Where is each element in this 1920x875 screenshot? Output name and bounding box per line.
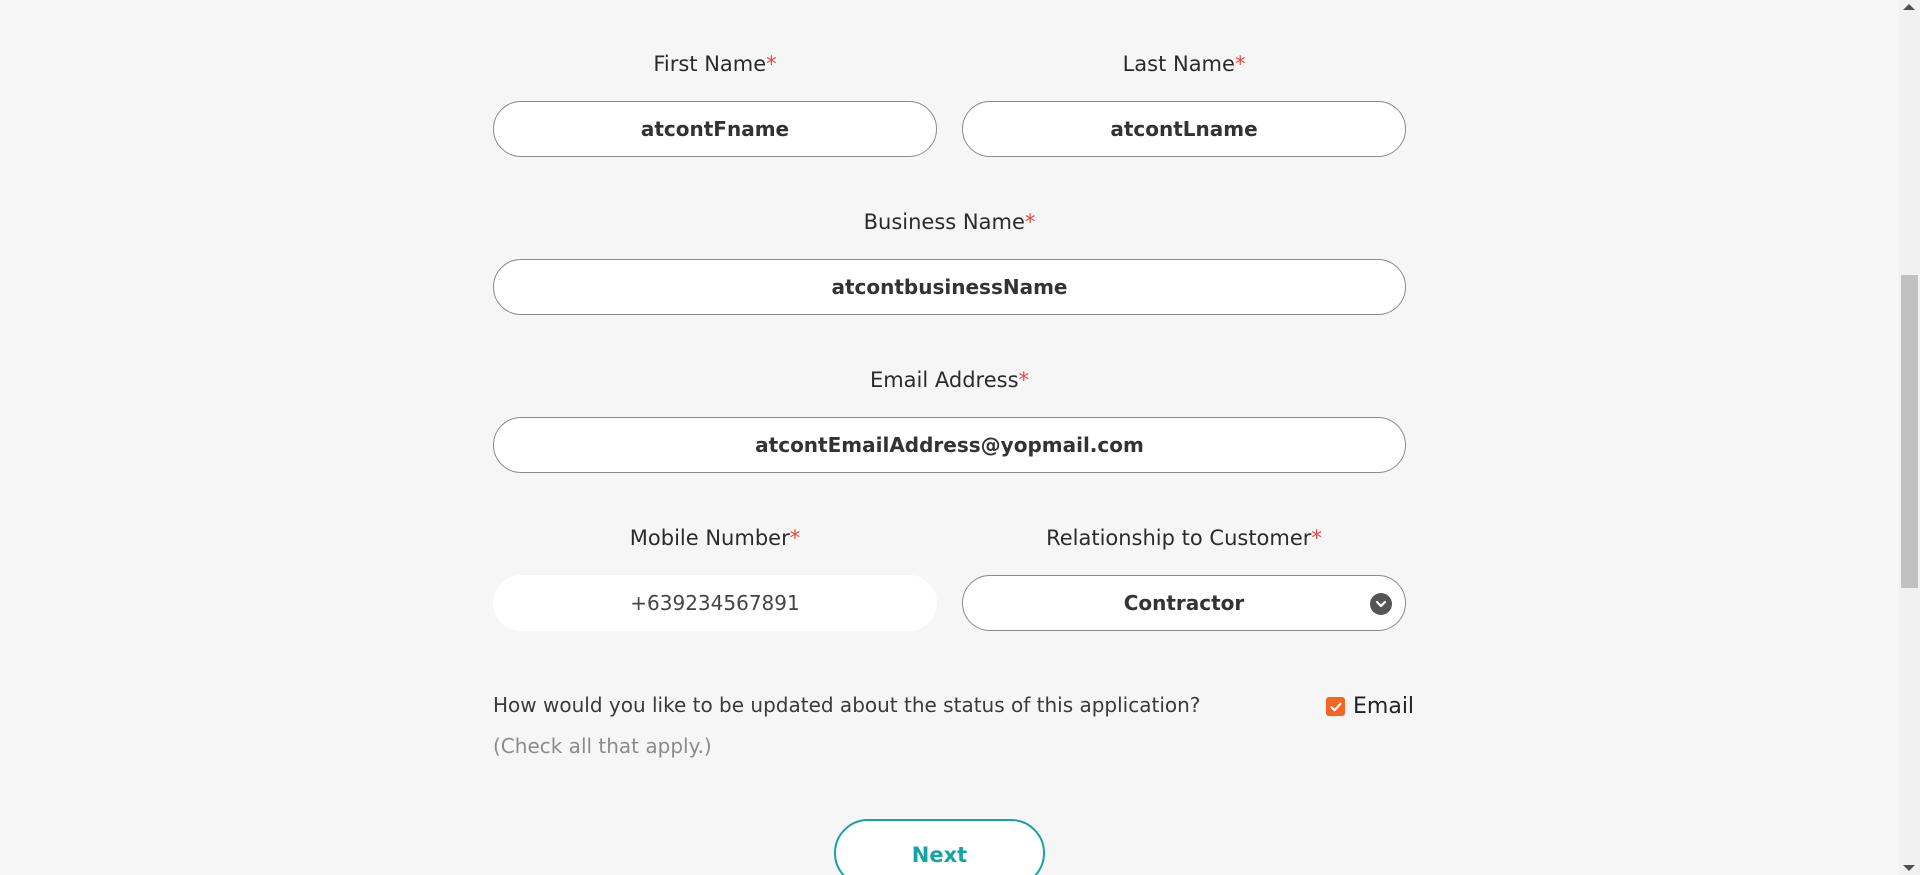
required-asterisk: * [1234,52,1246,76]
email-update-label: Email [1353,694,1415,719]
mobile-number-input[interactable]: +639234567891 [493,575,937,631]
mobile-number-value: +639234567891 [630,591,800,615]
scroll-up-icon[interactable] [1903,4,1915,10]
required-asterisk: * [789,526,801,550]
first-name-input[interactable]: atcontFname [493,101,937,157]
last-name-label: Last Name* [1122,52,1246,76]
last-name-input[interactable]: atcontLname [962,101,1406,157]
required-asterisk: * [766,52,777,76]
email-address-label: Email Address* [869,368,1030,392]
mobile-number-label: Mobile Number* [629,526,801,550]
scrollbar-thumb[interactable] [1901,275,1918,588]
checkmark-icon [1329,702,1342,711]
next-button[interactable]: Next [834,819,1045,875]
first-name-value: atcontFname [640,117,790,141]
relationship-selected-value: Contractor [1123,591,1245,615]
email-address-value: atcontEmailAddress@yopmail.com [755,433,1144,457]
last-name-value: atcontLname [1110,117,1258,141]
update-preference-question: How would you like to be updated about t… [493,693,1201,717]
chevron-down-icon[interactable] [1370,593,1392,615]
first-name-label: First Name* [653,52,777,76]
page-scrollbar[interactable] [1899,0,1920,875]
business-name-input[interactable]: atcontbusinessName [493,259,1406,315]
required-asterisk: * [1024,210,1036,234]
email-update-checkbox[interactable] [1326,697,1345,716]
email-address-input[interactable]: atcontEmailAddress@yopmail.com [493,417,1406,473]
email-update-option[interactable]: Email [1326,694,1414,719]
required-asterisk: * [1311,526,1322,550]
relationship-select[interactable]: Contractor [962,575,1406,631]
business-name-label: Business Name* [863,210,1036,234]
business-name-value: atcontbusinessName [831,275,1068,299]
required-asterisk: * [1018,368,1030,392]
application-form-page: First Name* atcontFname Last Name* atcon… [0,0,1920,875]
scroll-down-icon[interactable] [1903,865,1915,871]
update-preference-hint: (Check all that apply.) [493,734,712,758]
relationship-label: Relationship to Customer* [1046,526,1322,550]
